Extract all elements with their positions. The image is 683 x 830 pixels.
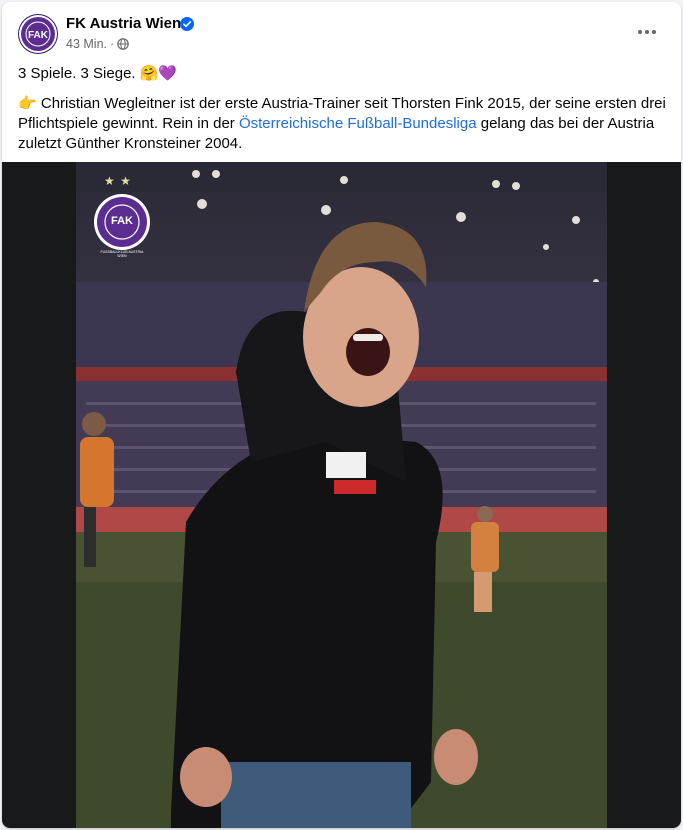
- post-message: 3 Spiele. 3 Siege. 🤗💜 👉 Christian Weglei…: [18, 64, 668, 154]
- photo-illustration: [76, 162, 607, 828]
- club-logo-icon: FAK: [19, 15, 57, 53]
- badge-stars: ★ ★: [104, 174, 132, 188]
- verified-badge-icon: [180, 17, 194, 31]
- pointing-emoji: 👉: [18, 95, 37, 112]
- more-options-icon: [638, 30, 642, 34]
- svg-text:FAK: FAK: [28, 30, 49, 41]
- post-timestamp[interactable]: 43 Min.: [66, 37, 107, 51]
- badge-ring-text: FUSSBALLKLUB AUSTRIA WIEN: [100, 250, 144, 258]
- badge-letters: FAK: [111, 215, 133, 227]
- page-avatar[interactable]: FAK: [18, 14, 58, 54]
- post-photo[interactable]: ★ ★ FAK FUSSBALLKLUB AUSTRIA WIEN: [76, 162, 607, 828]
- meta-separator: ·: [110, 37, 115, 51]
- post-header: FAK FK Austria Wien 43 Min. ·: [2, 2, 681, 60]
- post-media[interactable]: ★ ★ FAK FUSSBALLKLUB AUSTRIA WIEN: [2, 162, 681, 828]
- post-line-1: 3 Spiele. 3 Siege. 🤗💜: [18, 65, 178, 82]
- post-card: FAK FK Austria Wien 43 Min. · 3 Spiele. …: [2, 2, 681, 828]
- post-body: 👉 Christian Wegleitner ist der erste Aus…: [18, 94, 668, 154]
- post-meta: 43 Min. ·: [66, 37, 129, 51]
- bundesliga-link[interactable]: Österreichische Fußball-Bundesliga: [239, 115, 477, 132]
- more-options-button[interactable]: [629, 14, 665, 50]
- globe-icon[interactable]: [117, 38, 129, 50]
- author-name[interactable]: FK Austria Wien: [66, 15, 181, 32]
